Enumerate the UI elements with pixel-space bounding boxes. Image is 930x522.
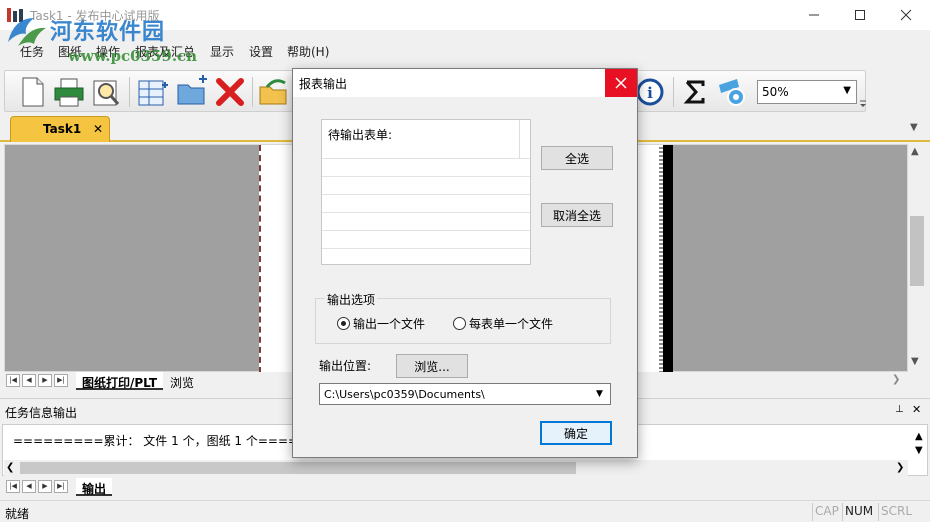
browse-button[interactable]: 浏览...: [396, 354, 468, 378]
chevron-down-icon[interactable]: ▼: [596, 389, 603, 399]
info-icon[interactable]: i: [633, 75, 667, 109]
print-icon[interactable]: [52, 75, 86, 109]
list-header: 待输出表单:: [322, 120, 520, 158]
sheet-tab-browse[interactable]: 浏览: [166, 372, 198, 390]
open-folder-icon[interactable]: [257, 75, 291, 109]
list-item[interactable]: [322, 230, 530, 231]
list-item[interactable]: [322, 194, 530, 195]
sum-icon[interactable]: [678, 75, 712, 109]
tab-close-icon[interactable]: ✕: [93, 122, 103, 136]
tab-list-dropdown-icon[interactable]: ▼: [910, 122, 918, 133]
last-sheet-icon[interactable]: ▶|: [54, 374, 68, 387]
radio-indicator: [337, 317, 350, 330]
tab-task1[interactable]: Task1 ✕: [10, 116, 110, 142]
select-all-button[interactable]: 全选: [541, 146, 613, 170]
list-item[interactable]: [322, 158, 530, 159]
pin-icon[interactable]: ⊥: [895, 404, 904, 415]
num-lock-indicator: NUM: [842, 503, 875, 521]
ok-button[interactable]: 确定: [540, 421, 612, 445]
output-line: =========累计： 文件 1 个，图纸 1 个=====: [13, 434, 309, 448]
scrollbar-thumb[interactable]: [20, 462, 576, 474]
maximize-icon: [855, 10, 865, 20]
list-item[interactable]: [322, 176, 530, 177]
scroll-up-icon[interactable]: ▲: [915, 431, 923, 442]
toolbar-separator: [252, 77, 253, 107]
scroll-up-icon[interactable]: ▲: [911, 146, 919, 157]
report-output-dialog: 报表输出 待输出表单: 全选 取消全选 输出选项 输出一个文件 每表单一个文件 …: [292, 68, 638, 458]
toolbar-overflow-icon[interactable]: [859, 73, 867, 109]
page-border: [663, 145, 673, 373]
menu-help[interactable]: 帮助(H): [287, 43, 329, 60]
tab-output[interactable]: 输出: [76, 478, 113, 496]
radio-indicator: [453, 317, 466, 330]
dialog-title-bar: 报表输出: [293, 69, 637, 97]
close-icon: [615, 77, 627, 89]
close-button[interactable]: [883, 0, 929, 30]
radio-file-per-form[interactable]: 每表单一个文件: [453, 315, 553, 332]
radio-label: 输出一个文件: [353, 317, 426, 331]
panel-close-icon[interactable]: ✕: [912, 403, 921, 416]
status-bar: 就绪 CAP NUM SCRL: [0, 500, 930, 522]
add-drawing-icon[interactable]: [136, 75, 170, 109]
watermark-name: 河东软件园: [50, 19, 166, 45]
minimize-icon: [809, 14, 819, 16]
watermark-logo: [8, 18, 46, 46]
sheet-tab-print[interactable]: 图纸打印/PLT: [76, 372, 164, 390]
next-tab-icon[interactable]: ▶: [38, 480, 52, 493]
output-tab-bar: |◀ ◀ ▶ ▶| 输出: [4, 478, 926, 496]
output-path-combo[interactable]: C:\Users\pc0359\Documents\ ▼: [319, 383, 611, 405]
radio-single-file[interactable]: 输出一个文件: [337, 315, 425, 332]
first-tab-icon[interactable]: |◀: [6, 480, 20, 493]
zoom-value: 50%: [762, 85, 789, 99]
scroll-lock-indicator: SCRL: [878, 503, 914, 521]
prev-sheet-icon[interactable]: ◀: [22, 374, 36, 387]
list-item[interactable]: [322, 212, 530, 213]
scroll-left-icon[interactable]: ❮: [6, 462, 14, 473]
output-path: C:\Users\pc0359\Documents\: [324, 388, 485, 401]
print-preview-icon[interactable]: [89, 75, 123, 109]
minimize-button[interactable]: [791, 0, 837, 30]
zoom-icon[interactable]: [715, 75, 749, 109]
vertical-scrollbar[interactable]: ▲ ▼: [908, 144, 926, 372]
panel-title: 任务信息输出: [5, 406, 78, 420]
scroll-down-icon[interactable]: ▼: [915, 445, 923, 456]
new-file-icon[interactable]: [15, 75, 49, 109]
list-item[interactable]: [322, 248, 530, 249]
prev-tab-icon[interactable]: ◀: [22, 480, 36, 493]
svg-text:i: i: [647, 84, 653, 102]
caps-lock-indicator: CAP: [812, 503, 841, 521]
scroll-down-icon[interactable]: ▼: [911, 356, 919, 367]
watermark-url: www.pc0359.cn: [68, 47, 198, 65]
radio-label: 每表单一个文件: [469, 317, 554, 331]
chevron-down-icon: ▼: [843, 85, 851, 96]
dialog-title: 报表输出: [299, 77, 348, 91]
toolbar-separator: [129, 77, 130, 107]
status-text: 就绪: [5, 507, 30, 521]
tab-label: Task1: [43, 122, 82, 136]
scroll-right-icon[interactable]: ❯: [892, 374, 900, 385]
add-folder-icon[interactable]: [175, 75, 209, 109]
toolbar-separator: [673, 77, 674, 107]
scrollbar-thumb[interactable]: [910, 216, 924, 286]
close-icon: [900, 9, 912, 21]
menu-settings[interactable]: 设置: [249, 43, 273, 60]
scroll-right-icon[interactable]: ❯: [896, 462, 904, 473]
zoom-select[interactable]: 50% ▼: [757, 80, 857, 104]
next-sheet-icon[interactable]: ▶: [38, 374, 52, 387]
delete-icon[interactable]: [213, 75, 247, 109]
output-location-label: 输出位置:: [319, 359, 372, 373]
dialog-close-button[interactable]: [605, 69, 637, 97]
deselect-all-button[interactable]: 取消全选: [541, 203, 613, 227]
list-header-label: 待输出表单:: [328, 128, 393, 142]
last-tab-icon[interactable]: ▶|: [54, 480, 68, 493]
maximize-button[interactable]: [837, 0, 883, 30]
first-sheet-icon[interactable]: |◀: [6, 374, 20, 387]
horizontal-scrollbar[interactable]: ❮ ❯: [4, 460, 908, 476]
pending-forms-list[interactable]: 待输出表单:: [321, 119, 531, 265]
output-options-legend: 输出选项: [325, 291, 378, 308]
menu-view[interactable]: 显示: [210, 43, 234, 60]
